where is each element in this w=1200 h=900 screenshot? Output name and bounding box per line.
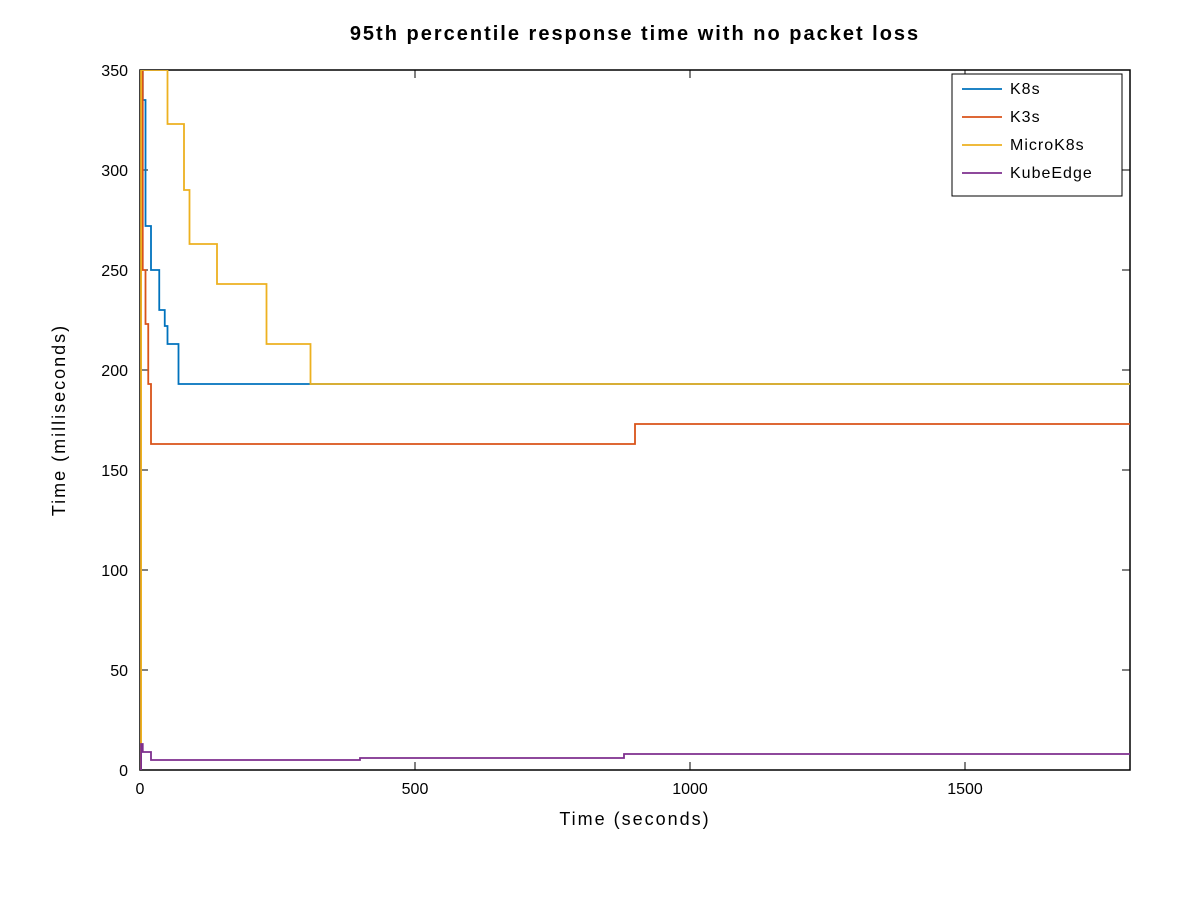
y-tick-label: 350 <box>101 63 128 80</box>
y-tick-label: 0 <box>119 763 128 780</box>
legend-label: MicroK8s <box>1010 137 1085 154</box>
y-tick-label: 300 <box>101 163 128 180</box>
legend-label: K3s <box>1010 109 1041 126</box>
series-line-kubeedge <box>140 744 1130 770</box>
y-tick-label: 250 <box>101 263 128 280</box>
y-tick-label: 100 <box>101 563 128 580</box>
chart-svg: 95th percentile response time with no pa… <box>0 0 1200 900</box>
chart-title: 95th percentile response time with no pa… <box>350 23 920 45</box>
legend-label: KubeEdge <box>1010 165 1093 182</box>
x-tick-label: 1500 <box>947 781 983 798</box>
y-tick-label: 200 <box>101 363 128 380</box>
x-axis-label: Time (seconds) <box>559 809 710 829</box>
y-tick-label: 150 <box>101 463 128 480</box>
x-tick-label: 1000 <box>672 781 708 798</box>
x-tick-label: 0 <box>136 781 145 798</box>
y-tick-label: 50 <box>110 663 128 680</box>
y-axis-label: Time (milliseconds) <box>49 324 69 516</box>
x-tick-label: 500 <box>402 781 429 798</box>
legend: K8s K3s MicroK8s KubeEdge <box>952 74 1122 196</box>
chart-container: 95th percentile response time with no pa… <box>0 0 1200 900</box>
legend-label: K8s <box>1010 81 1041 98</box>
